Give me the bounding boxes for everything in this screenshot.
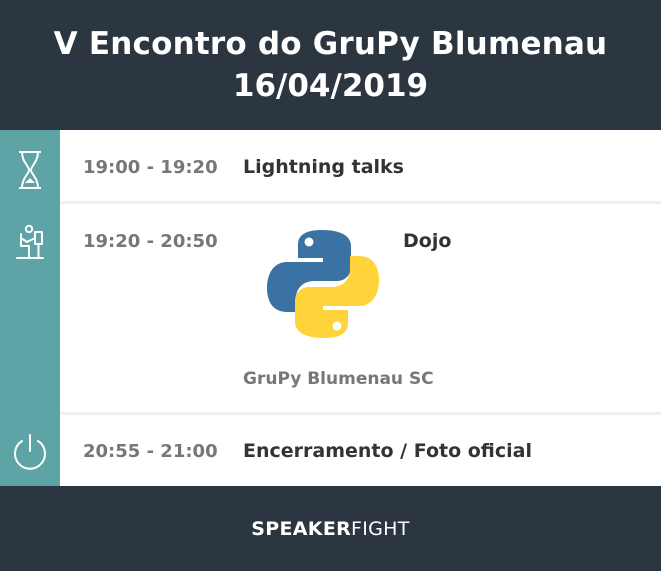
brand-light: FIGHT xyxy=(351,517,410,540)
event-date: 16/04/2019 xyxy=(232,68,429,104)
schedule-time: 20:55 - 21:00 xyxy=(83,441,218,462)
schedule-title: Dojo xyxy=(403,230,452,252)
python-logo xyxy=(265,226,381,346)
footer: SPEAKERFIGHT xyxy=(0,486,661,571)
schedule-title: Encerramento / Foto oficial xyxy=(243,440,532,462)
schedule-list: 19:00 - 19:20 Lightning talks 19:20 - 20… xyxy=(60,130,661,486)
power-icon xyxy=(0,433,60,471)
person-at-computer-icon xyxy=(0,224,60,262)
hourglass-icon xyxy=(0,150,60,190)
schedule-time: 19:20 - 20:50 xyxy=(83,231,218,252)
schedule-item[interactable]: 19:00 - 19:20 Lightning talks xyxy=(60,130,661,204)
speakerfight-logo[interactable]: SPEAKERFIGHT xyxy=(251,518,409,540)
event-header: V Encontro do GruPy Blumenau 16/04/2019 xyxy=(0,0,661,130)
schedule-title: Lightning talks xyxy=(243,156,404,178)
schedule-time: 19:00 - 19:20 xyxy=(83,157,218,178)
schedule-item[interactable]: 20:55 - 21:00 Encerramento / Foto oficia… xyxy=(60,415,661,486)
speaker-name[interactable]: GruPy Blumenau SC xyxy=(243,369,434,389)
schedule-item[interactable]: 19:20 - 20:50 Dojo GruPy Blumenau SC xyxy=(60,204,661,415)
event-title: V Encontro do GruPy Blumenau xyxy=(53,26,608,62)
schedule-sidebar xyxy=(0,130,60,486)
brand-bold: SPEAKER xyxy=(251,517,352,540)
